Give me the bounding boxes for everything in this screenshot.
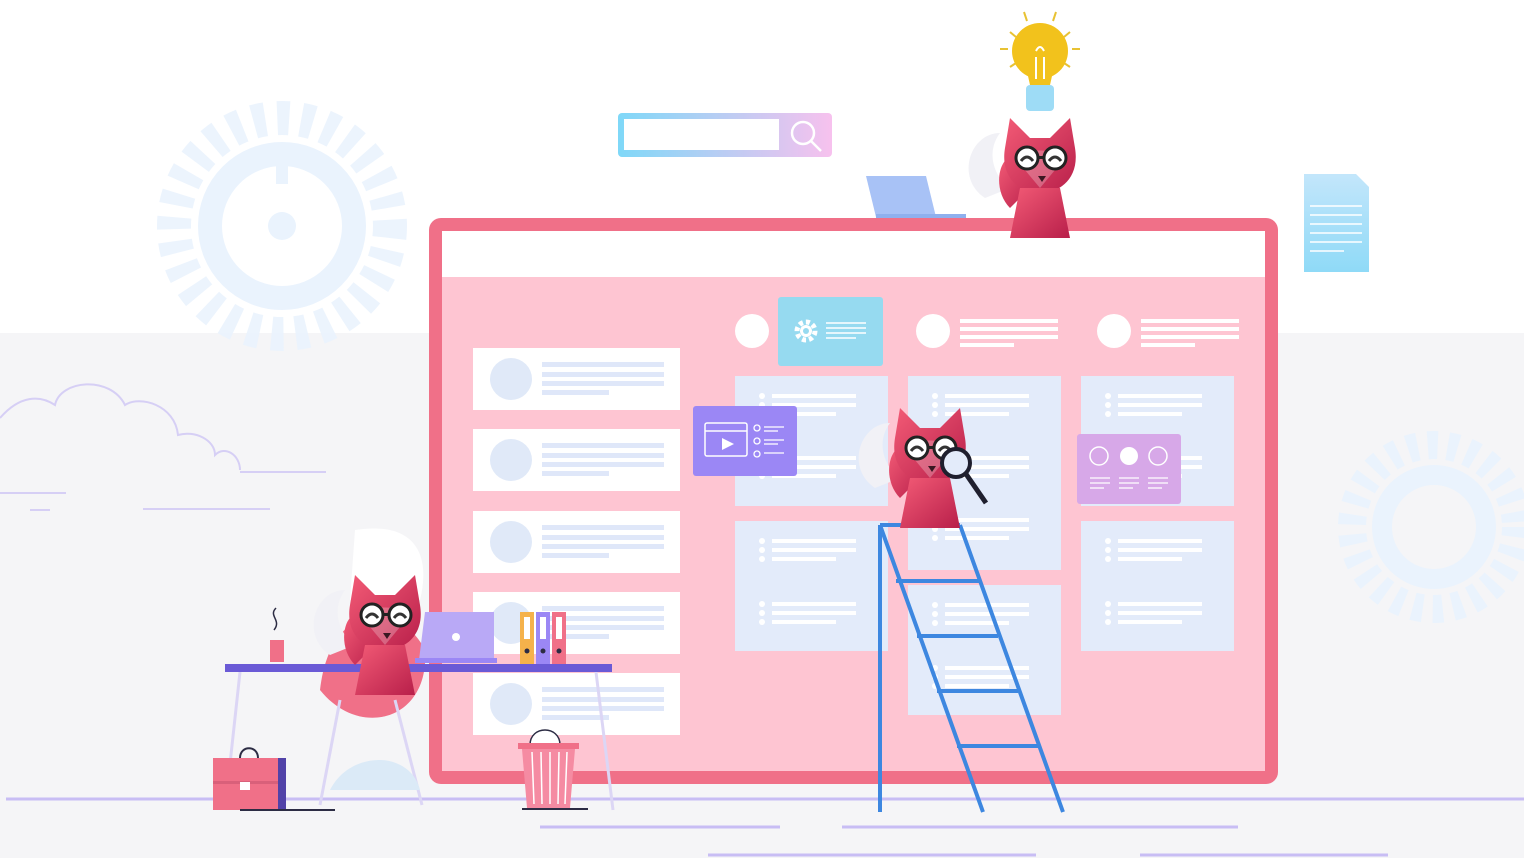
search-bar[interactable] — [618, 113, 832, 157]
folder-binders-icon — [520, 612, 566, 664]
laptop-icon — [866, 176, 966, 218]
list-item[interactable] — [473, 592, 680, 654]
clock-widget-icon[interactable] — [1077, 434, 1181, 504]
lightbulb-icon — [1000, 11, 1080, 111]
list-item[interactable] — [473, 348, 680, 410]
kanban-board — [429, 218, 1278, 784]
list-item[interactable] — [473, 511, 680, 573]
board-header — [442, 231, 1265, 277]
settings-widget[interactable] — [778, 297, 883, 366]
kanban-illustration — [0, 11, 1524, 858]
laptop-icon — [415, 612, 497, 663]
list-item[interactable] — [473, 673, 680, 735]
video-widget-icon[interactable] — [693, 406, 797, 476]
list-item[interactable] — [473, 429, 680, 491]
search-input[interactable] — [624, 119, 779, 150]
gear-icon — [157, 101, 407, 351]
left-card-list — [473, 348, 680, 735]
document-icon — [1304, 174, 1369, 272]
